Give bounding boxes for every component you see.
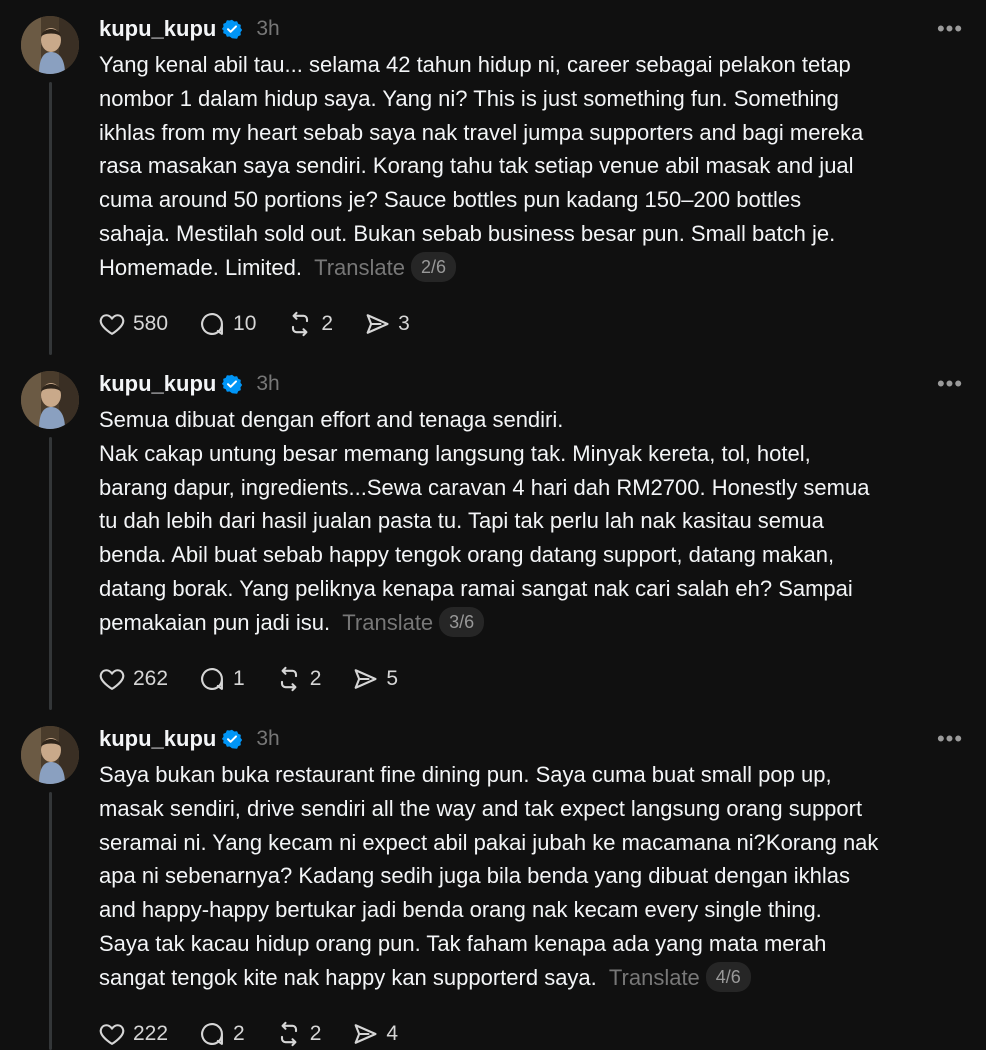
post-text-line: nombor 1 dalam hidup saya. Yang ni? This… (99, 85, 839, 111)
send-icon (355, 1024, 377, 1044)
repost-button[interactable]: 2 (275, 1020, 322, 1048)
username[interactable]: kupu_kupu (99, 16, 216, 42)
post-text-line: barang dapur, ingredients...Sewa caravan… (99, 474, 870, 500)
post-text-line: masak sendiri, drive sendiri all the way… (99, 795, 863, 821)
share-count: 5 (386, 667, 399, 690)
share-button[interactable]: 5 (351, 665, 398, 693)
reply-count: 1 (233, 667, 245, 690)
reply-button[interactable]: 1 (198, 665, 245, 693)
translate-link[interactable]: Translate (314, 255, 405, 280)
post-text-line: seramai ni. Yang kecam ni expect abil pa… (99, 829, 879, 855)
thread-connector-line (49, 792, 52, 1050)
post-text-line: Yang kenal abil tau... selama 42 tahun h… (99, 52, 851, 77)
translate-link[interactable]: Translate (609, 965, 700, 990)
post-text-line: Saya tak kacau hidup orang pun. Tak faha… (99, 930, 827, 956)
username[interactable]: kupu_kupu (99, 726, 216, 752)
post-text-line: ikhlas from my heart sebab saya nak trav… (99, 119, 864, 145)
thread-page-badge: 2/6 (411, 251, 457, 282)
like-count: 222 (133, 1022, 169, 1045)
post-header: kupu_kupu 3h (99, 369, 280, 399)
thread-page-badge: 3/6 (439, 606, 485, 637)
verified-badge-icon (222, 374, 243, 394)
post-text-line-last: sangat tengok kite nak happy kan support… (99, 961, 969, 995)
share-button[interactable]: 4 (351, 1020, 398, 1048)
post-timestamp: 3h (256, 17, 280, 40)
post-text-line: cuma around 50 portions je? Sauce bottle… (99, 187, 802, 213)
post-text-line: rasa masakan saya sendiri. Korang tahu t… (99, 153, 854, 179)
post-actions: 262 1 2 5 (98, 661, 428, 697)
post-text-line: tu dah lebih dari hasil jualan pasta tu.… (99, 508, 824, 534)
post-text-line: sangat tengok kite nak happy kan support… (99, 964, 597, 990)
post-text-line: sahaja. Mestilah sold out. Bukan sebab b… (99, 220, 836, 246)
thread-connector-line (49, 437, 52, 710)
post-actions: 222 2 2 4 (98, 1016, 428, 1050)
repost-icon (280, 1021, 297, 1047)
post-actions: 580 10 2 3 (98, 306, 440, 342)
send-icon (355, 669, 377, 689)
thread-page-badge: 4/6 (705, 961, 751, 992)
repost-count: 2 (309, 667, 322, 690)
more-dots-icon[interactable]: ••• (934, 369, 966, 399)
post-text-line: Saya bukan buka restaurant fine dining p… (99, 762, 832, 787)
post-text-line: and happy-happy bertukar jadi benda oran… (99, 897, 822, 923)
username[interactable]: kupu_kupu (99, 371, 216, 397)
post-text-line: Nak cakap untung besar memang langsung t… (99, 440, 811, 466)
post-text-line-last: pemakaian pun jadi isu. Translate 3/6 (99, 606, 969, 640)
like-button[interactable]: 580 (98, 310, 168, 338)
repost-icon (292, 311, 309, 337)
send-icon (366, 314, 389, 334)
thread-feed: kupu_kupu 3h ••• Yang kenal abil tau... … (0, 0, 986, 1050)
post-text-line-last: Homemade. Limited. Translate 2/6 (99, 251, 969, 285)
post-text-line: Semua dibuat dengan effort and tenaga se… (99, 407, 564, 432)
post-text-line: benda. Abil buat sebab happy tengok oran… (99, 542, 835, 568)
repost-button[interactable]: 2 (286, 310, 333, 338)
repost-count: 2 (309, 1022, 322, 1045)
reply-button[interactable]: 2 (198, 1020, 245, 1048)
heart-icon (99, 669, 125, 690)
post-text: Yang kenal abil tau... selama 42 tahun h… (99, 48, 969, 285)
reply-bubble-icon (201, 668, 224, 690)
like-button[interactable]: 222 (98, 1020, 168, 1048)
post-text-line: pemakaian pun jadi isu. (99, 609, 331, 635)
verified-badge-icon (222, 19, 243, 39)
thread-post[interactable]: kupu_kupu 3h ••• Saya bukan buka restaur… (0, 710, 986, 1050)
thread-connector-line (49, 82, 52, 355)
reply-count: 2 (233, 1022, 245, 1045)
share-button[interactable]: 3 (363, 310, 410, 338)
share-count: 4 (386, 1022, 399, 1045)
post-text: Semua dibuat dengan effort and tenaga se… (99, 403, 969, 640)
reply-count: 10 (233, 312, 257, 335)
thread-post[interactable]: kupu_kupu 3h ••• Semua dibuat dengan eff… (0, 355, 986, 710)
repost-button[interactable]: 2 (275, 665, 322, 693)
reply-bubble-icon (201, 1023, 224, 1045)
repost-count: 2 (321, 312, 334, 335)
avatar[interactable] (21, 371, 79, 429)
post-text-line: Homemade. Limited. (99, 254, 302, 280)
heart-icon (99, 1024, 125, 1045)
thread-post[interactable]: kupu_kupu 3h ••• Yang kenal abil tau... … (0, 0, 986, 355)
post-text-line: apa ni sebenarnya? Kadang sedih juga bil… (99, 863, 851, 889)
more-dots-icon[interactable]: ••• (934, 14, 966, 44)
like-count: 262 (133, 667, 169, 690)
post-timestamp: 3h (256, 372, 280, 395)
post-text-line: datang borak. Yang peliknya kenapa ramai… (99, 575, 853, 601)
heart-icon (99, 314, 125, 335)
share-count: 3 (398, 312, 410, 335)
like-count: 580 (133, 312, 169, 335)
post-header: kupu_kupu 3h (99, 14, 280, 44)
repost-icon (280, 666, 297, 692)
reply-bubble-icon (201, 313, 224, 335)
post-timestamp: 3h (256, 727, 280, 750)
post-header: kupu_kupu 3h (99, 724, 280, 754)
translate-link[interactable]: Translate (342, 610, 433, 635)
more-dots-icon[interactable]: ••• (934, 724, 966, 754)
avatar[interactable] (21, 16, 79, 74)
like-button[interactable]: 262 (98, 665, 168, 693)
avatar[interactable] (21, 726, 79, 784)
reply-button[interactable]: 10 (198, 310, 256, 338)
post-text: Saya bukan buka restaurant fine dining p… (99, 758, 969, 995)
verified-badge-icon (222, 729, 243, 749)
